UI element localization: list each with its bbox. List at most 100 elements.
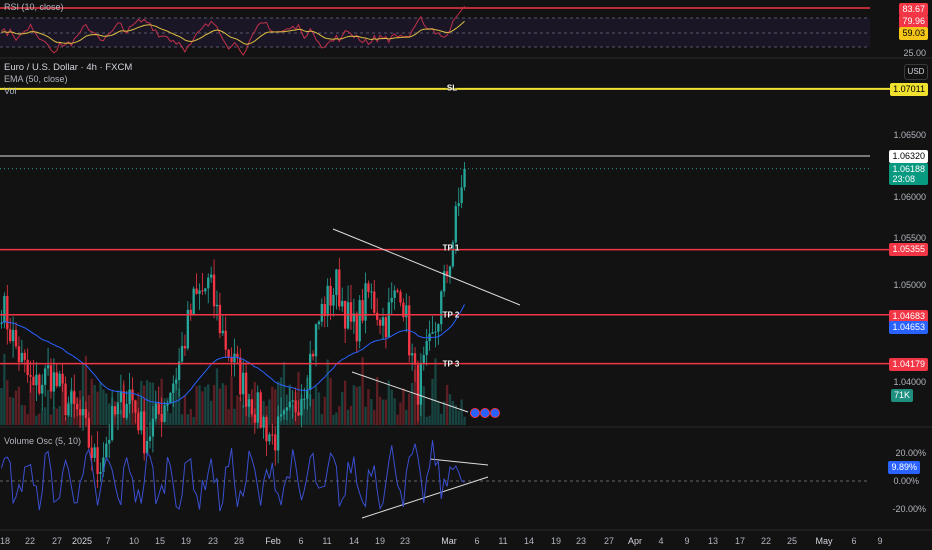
time-axis-label: 19 xyxy=(550,536,562,546)
candle xyxy=(195,288,198,294)
ema-legend[interactable]: EMA (50, close) xyxy=(4,74,68,84)
volume-bar xyxy=(189,408,192,425)
volume-bar xyxy=(14,390,18,425)
time-axis-label: 11 xyxy=(322,536,332,546)
volume-bar xyxy=(145,380,149,425)
volume-bar xyxy=(358,386,361,425)
volume-bar xyxy=(58,406,61,425)
volume-bar xyxy=(364,406,367,425)
volume-bar xyxy=(460,399,463,425)
time-axis-label: 14 xyxy=(348,536,360,546)
volume-bar xyxy=(6,380,9,425)
candle xyxy=(410,353,414,356)
volume-bar xyxy=(166,397,169,425)
volume-bar xyxy=(437,402,440,425)
price-axis-label: 1.05000 xyxy=(893,280,926,290)
volume-bar xyxy=(186,414,190,425)
volume-bar xyxy=(29,380,32,425)
volume-bar xyxy=(431,378,434,425)
volume-bar xyxy=(204,386,207,425)
last-price-tag: 1.06188 23:08 xyxy=(889,163,928,185)
time-axis-label: 28 xyxy=(233,536,245,546)
volume-bar xyxy=(38,413,41,425)
time-axis-label: 19 xyxy=(180,536,192,546)
volume-bar xyxy=(338,406,341,425)
volume-bar xyxy=(297,371,300,425)
volume-bar xyxy=(64,416,67,425)
volume-bar xyxy=(96,391,99,425)
candle xyxy=(268,434,271,442)
time-axis-label: 23 xyxy=(399,536,411,546)
candle xyxy=(9,329,12,342)
price-axis-label: 1.06000 xyxy=(893,192,926,202)
chart-canvas[interactable] xyxy=(0,0,932,550)
sl-label: SL xyxy=(446,83,458,93)
candle xyxy=(422,355,425,364)
volume-bar xyxy=(335,412,338,425)
volume-bar xyxy=(227,409,230,425)
volume-bar xyxy=(169,413,172,425)
last-price: 1.06188 xyxy=(892,164,925,174)
candle xyxy=(218,304,222,334)
candle xyxy=(399,291,402,303)
volume-bar xyxy=(192,416,195,425)
volume-bar xyxy=(457,410,460,425)
volume-bar xyxy=(180,414,184,425)
volume-bar xyxy=(73,390,76,425)
candle xyxy=(3,295,6,323)
currency-button[interactable]: USD xyxy=(904,64,928,80)
candle xyxy=(11,329,15,342)
volume-bar xyxy=(440,413,443,425)
volume-bar xyxy=(113,401,117,425)
candle xyxy=(332,294,335,306)
tp3-label: TP 3 xyxy=(442,359,460,369)
volume-bar xyxy=(17,386,21,425)
volume-bar xyxy=(376,377,379,425)
volume-bar xyxy=(367,389,370,425)
volume-bar xyxy=(172,387,175,425)
volume-bar xyxy=(26,413,29,425)
volume-bar xyxy=(268,399,271,425)
volume-bar xyxy=(256,401,259,425)
volume-bar xyxy=(303,399,306,425)
volume-bar xyxy=(32,386,35,425)
volume-bar xyxy=(373,410,376,425)
time-axis-label: May xyxy=(815,536,833,546)
volume-bar xyxy=(212,385,216,425)
volume-osc-title[interactable]: Volume Osc (5, 10) xyxy=(4,436,81,446)
vol-legend[interactable]: Vol xyxy=(4,86,17,96)
volume-bar xyxy=(76,397,79,425)
candle xyxy=(317,321,321,325)
time-axis-label: 11 xyxy=(498,536,508,546)
candle xyxy=(58,373,61,387)
symbol-title[interactable]: Euro / U.S. Dollar · 4h · FXCM xyxy=(4,62,132,73)
volume-bar xyxy=(3,353,6,425)
candle xyxy=(387,302,390,338)
candle xyxy=(108,439,111,444)
volume-bar xyxy=(61,377,64,425)
time-axis-label: 2025 xyxy=(71,536,93,546)
candle xyxy=(425,341,428,356)
volume-bar xyxy=(224,385,227,425)
volume-bar xyxy=(122,384,125,425)
volume-bar xyxy=(209,400,213,425)
candle xyxy=(314,324,318,357)
candle xyxy=(311,353,315,357)
volume-bar xyxy=(265,406,268,425)
candle xyxy=(43,368,47,385)
volume-bar xyxy=(143,385,146,425)
volume-bar xyxy=(370,399,373,425)
volume-bar xyxy=(451,400,455,425)
candle xyxy=(55,372,58,387)
candle xyxy=(393,290,396,298)
volume-bar xyxy=(140,380,143,425)
volume-bar xyxy=(207,384,210,425)
volosc-axis-label: -20.00% xyxy=(892,504,926,514)
volume-bar xyxy=(81,362,85,425)
time-axis-label: Apr xyxy=(627,536,643,546)
candle xyxy=(221,330,224,334)
volosc-trendline-lower xyxy=(361,476,489,519)
candle xyxy=(271,434,274,436)
volume-bar xyxy=(393,398,396,425)
candle xyxy=(320,303,323,322)
